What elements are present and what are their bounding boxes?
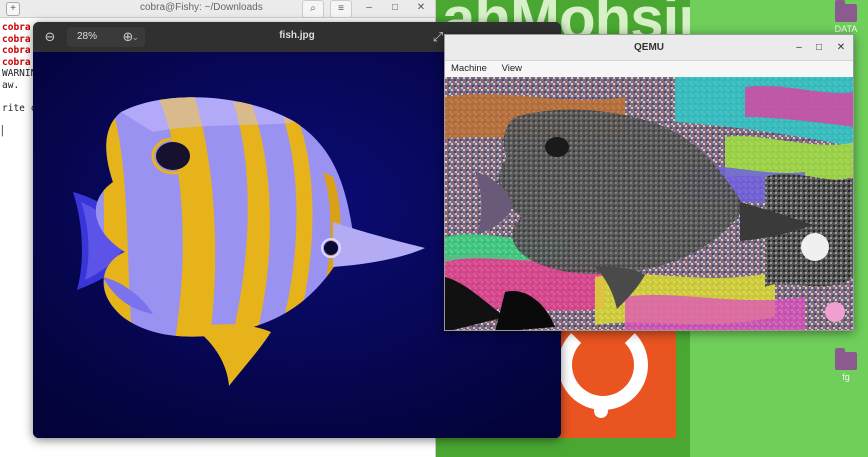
qemu-window[interactable]: QEMU – □ ✕ Machine View: [444, 34, 854, 331]
close-button[interactable]: ✕: [412, 0, 430, 18]
qemu-display[interactable]: [445, 77, 853, 330]
qemu-menubar: Machine View: [445, 61, 853, 77]
qemu-titlebar: QEMU – □ ✕: [445, 35, 853, 61]
menu-machine[interactable]: Machine: [451, 61, 487, 77]
glitched-fish-image: [445, 77, 853, 330]
menu-view[interactable]: View: [502, 61, 522, 77]
maximize-button[interactable]: □: [811, 40, 827, 56]
terminal-header: + cobra@Fishy: ~/Downloads ⌕ ≡ – □ ✕: [0, 0, 435, 18]
close-button[interactable]: ✕: [833, 40, 849, 56]
terminal-title: cobra@Fishy: ~/Downloads: [140, 2, 263, 13]
new-tab-icon[interactable]: +: [6, 2, 20, 16]
minimize-button[interactable]: –: [791, 40, 807, 56]
hamburger-menu-icon[interactable]: ≡: [330, 0, 352, 18]
search-icon[interactable]: ⌕: [302, 0, 324, 18]
desktop-folder-data[interactable]: DATA: [826, 0, 866, 34]
ubuntu-dot: [594, 404, 608, 418]
folder-icon: [835, 0, 857, 22]
minimize-button[interactable]: –: [360, 0, 378, 18]
maximize-button[interactable]: □: [386, 0, 404, 18]
folder-icon: [835, 348, 857, 370]
ubuntu-ring: [558, 320, 648, 410]
desktop-folder-fg[interactable]: fg: [826, 348, 866, 382]
